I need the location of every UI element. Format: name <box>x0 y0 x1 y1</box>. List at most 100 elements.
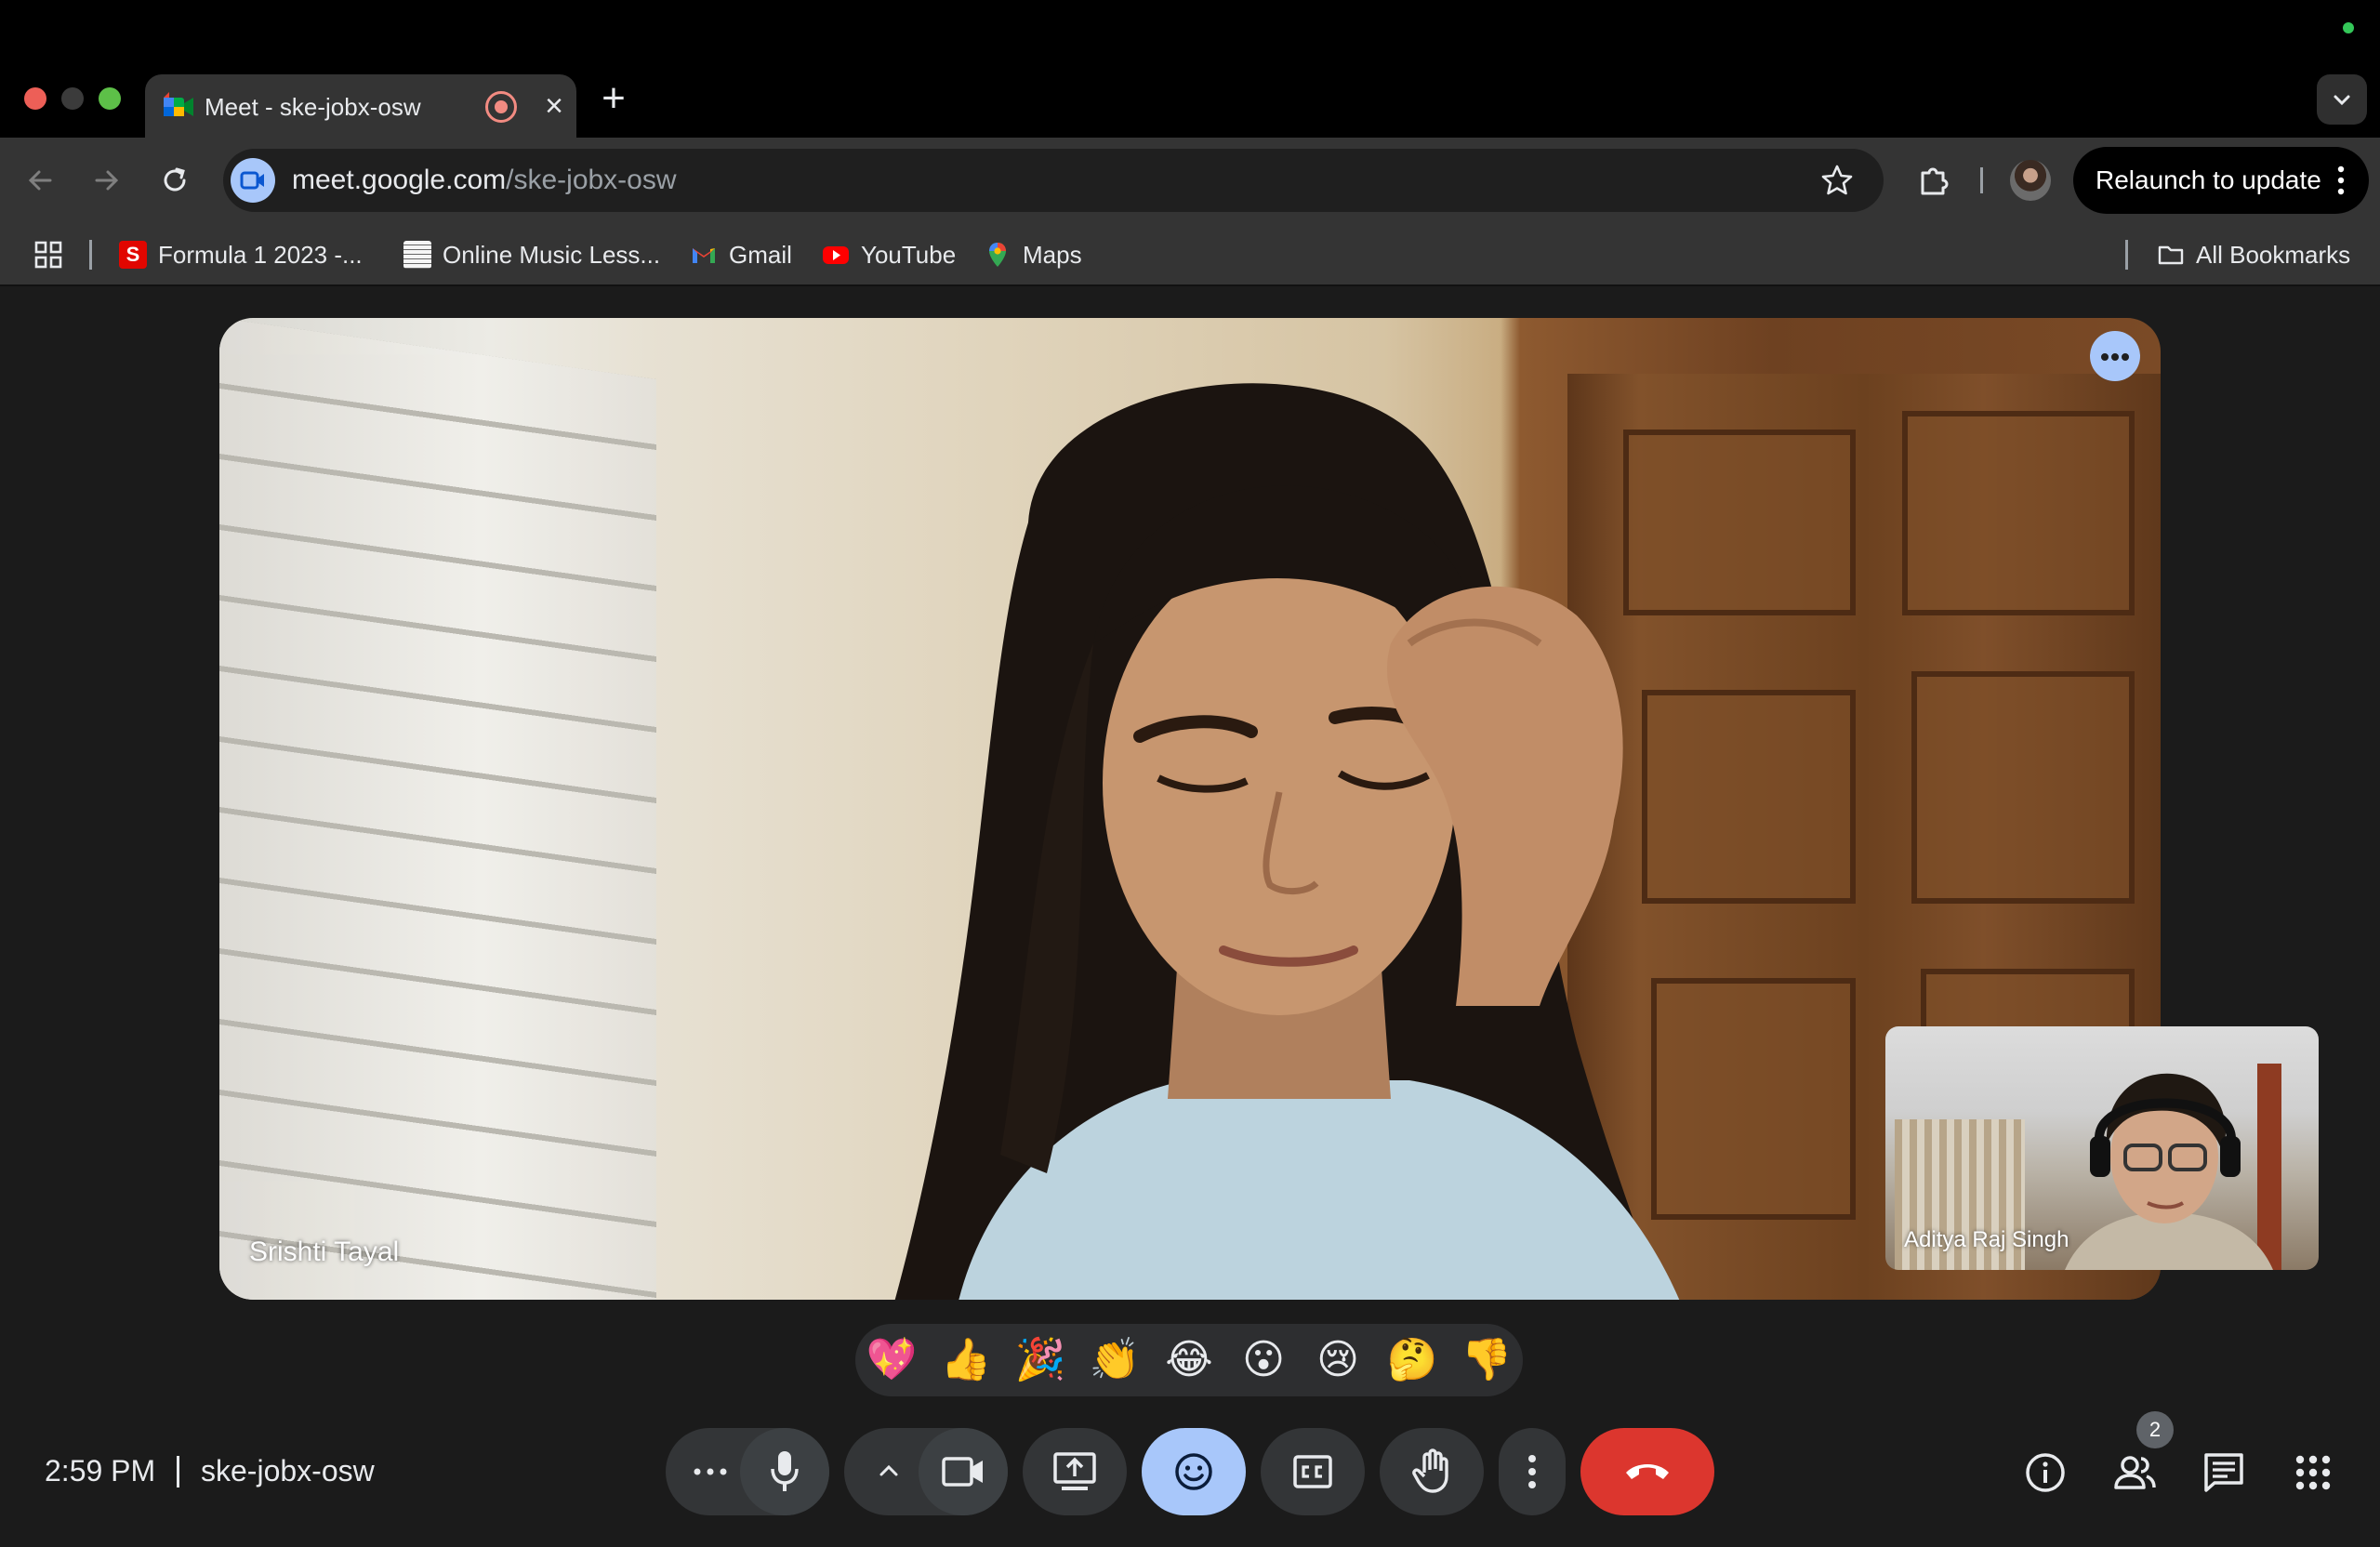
arrow-left-icon <box>28 170 52 191</box>
profile-avatar[interactable] <box>2010 160 2051 201</box>
smiley-icon <box>1175 1453 1212 1490</box>
forward-button[interactable] <box>84 158 128 203</box>
bookmark-label: Gmail <box>729 240 792 269</box>
bookmark-star-icon[interactable] <box>1818 162 1856 199</box>
leave-call-button[interactable] <box>1580 1428 1714 1515</box>
kebab-menu-icon <box>1528 1455 1536 1488</box>
extensions-puzzle-icon[interactable] <box>1913 160 1954 201</box>
url-host: meet.google.com <box>292 165 507 195</box>
bookmark-label: Online Music Less... <box>443 240 661 269</box>
reload-button[interactable] <box>152 158 197 203</box>
raise-hand-button[interactable] <box>1380 1428 1484 1515</box>
microphone-icon <box>771 1451 799 1491</box>
reaction-thinking-icon[interactable]: 🤔 <box>1383 1331 1441 1389</box>
more-horizontal-icon <box>694 1468 727 1475</box>
tab-search-button[interactable] <box>2317 74 2367 125</box>
reaction-party-popper-icon[interactable]: 🎉 <box>1012 1331 1069 1389</box>
bookmarks-divider <box>2125 240 2128 270</box>
screen: Meet - ske-jobx-osw × + meet.google.com/… <box>0 0 2380 1547</box>
arrow-right-icon <box>95 170 119 191</box>
tab-close-icon[interactable]: × <box>536 87 573 125</box>
relaunch-label: Relaunch to update <box>2096 165 2321 194</box>
bookmark-formula1[interactable]: S Formula 1 2023 -... <box>119 236 363 273</box>
raise-hand-icon <box>1412 1448 1448 1493</box>
bookmark-maps[interactable]: Maps <box>984 236 1082 273</box>
all-bookmarks-label: All Bookmarks <box>2196 240 2351 269</box>
maps-pin-icon <box>989 243 1006 267</box>
music-sheet-icon <box>403 241 431 269</box>
meet-favicon-icon <box>164 92 193 116</box>
status-dot <box>2343 22 2354 33</box>
reaction-thumbs-down-icon[interactable]: 👎 <box>1458 1331 1515 1389</box>
meeting-time: 2:59 PM <box>45 1454 156 1488</box>
activities-grid-icon[interactable] <box>2291 1450 2335 1495</box>
participant-video-feed <box>894 383 1680 1300</box>
chevron-down-icon <box>2334 95 2350 106</box>
bookmarks-bar: S Formula 1 2023 -... Online Music Less.… <box>0 223 2380 286</box>
back-button[interactable] <box>19 158 63 203</box>
site-info-button[interactable] <box>231 158 275 203</box>
more-options-button[interactable] <box>1499 1428 1566 1515</box>
gmail-icon <box>693 248 715 263</box>
reaction-tears-of-joy-icon[interactable]: 😂 <box>1160 1331 1218 1389</box>
meeting-code: ske-jobx-osw <box>201 1454 375 1488</box>
camera-control-group <box>844 1428 1008 1515</box>
tab-title: Meet - ske-jobx-osw <box>205 93 421 121</box>
tab-meet[interactable]: Meet - ske-jobx-osw × <box>145 74 576 139</box>
folder-icon <box>2158 245 2184 265</box>
url-text[interactable]: meet.google.com/ske-jobx-osw <box>292 164 677 197</box>
bookmark-label: YouTube <box>861 240 957 269</box>
video-camera-icon <box>942 1457 983 1487</box>
address-bar[interactable]: meet.google.com/ske-jobx-osw <box>223 149 1884 212</box>
main-participant-name: Srishti Tayal <box>249 1236 400 1267</box>
self-view-tile[interactable]: Aditya Raj Singh <box>1885 1026 2319 1270</box>
reaction-crying-icon[interactable]: 😢 <box>1309 1331 1367 1389</box>
bookmark-gmail[interactable]: Gmail <box>690 236 792 273</box>
meeting-details-info-icon[interactable] <box>2023 1450 2068 1495</box>
toolbar-divider <box>1980 167 1983 193</box>
url-path: /ske-jobx-osw <box>506 165 677 195</box>
new-tab-button[interactable]: + <box>595 76 632 121</box>
chevron-up-icon <box>879 1464 898 1476</box>
youtube-icon <box>823 246 849 264</box>
present-screen-icon <box>1053 1452 1096 1490</box>
present-screen-button[interactable] <box>1023 1428 1127 1515</box>
video-camera-icon <box>240 171 264 190</box>
tile-more-options-button[interactable] <box>2090 331 2140 381</box>
hang-up-phone-icon <box>1626 1464 1669 1479</box>
bookmark-label: Formula 1 2023 -... <box>158 240 363 269</box>
apps-grid-icon[interactable] <box>33 240 63 270</box>
formula-s-icon: S <box>119 241 147 269</box>
reaction-clapping-icon[interactable]: 👏 <box>1086 1331 1144 1389</box>
reload-icon <box>164 167 186 192</box>
recording-indicator-icon <box>485 91 517 123</box>
closed-captions-icon <box>1293 1455 1332 1488</box>
main-video-tile[interactable]: Srishti Tayal <box>219 318 2161 1300</box>
camera-button[interactable] <box>919 1428 1008 1515</box>
reactions-bar: 💖 👍 🎉 👏 😂 😮 😢 🤔 👎 <box>855 1324 1523 1396</box>
reaction-surprised-icon[interactable]: 😮 <box>1235 1331 1292 1389</box>
people-icon[interactable] <box>2112 1450 2157 1495</box>
meeting-info-divider <box>177 1456 179 1488</box>
participant-count-badge: 2 <box>2136 1411 2174 1448</box>
tab-strip: Meet - ske-jobx-osw × + <box>0 0 2380 139</box>
self-participant-name: Aditya Raj Singh <box>1904 1227 2069 1252</box>
window-minimize-button[interactable] <box>61 87 84 110</box>
kebab-menu-icon[interactable] <box>2332 164 2350 197</box>
bookmarks-divider <box>89 240 92 270</box>
captions-button[interactable] <box>1261 1428 1365 1515</box>
all-bookmarks-button[interactable]: All Bookmarks <box>2157 236 2350 273</box>
bookmark-label: Maps <box>1023 240 1082 269</box>
chat-icon[interactable] <box>2202 1450 2246 1495</box>
reactions-button[interactable] <box>1142 1428 1246 1515</box>
video-background-wall <box>219 318 656 1300</box>
reaction-thumbs-up-icon[interactable]: 👍 <box>937 1331 995 1389</box>
microphone-button[interactable] <box>740 1428 829 1515</box>
window-close-button[interactable] <box>24 87 46 110</box>
bookmark-youtube[interactable]: YouTube <box>822 236 956 273</box>
relaunch-update-button[interactable]: Relaunch to update <box>2073 147 2369 214</box>
reaction-sparkling-heart-icon[interactable]: 💖 <box>863 1331 920 1389</box>
window-maximize-button[interactable] <box>99 87 121 110</box>
bookmark-online-music[interactable]: Online Music Less... <box>403 236 660 273</box>
microphone-control-group <box>666 1428 829 1515</box>
